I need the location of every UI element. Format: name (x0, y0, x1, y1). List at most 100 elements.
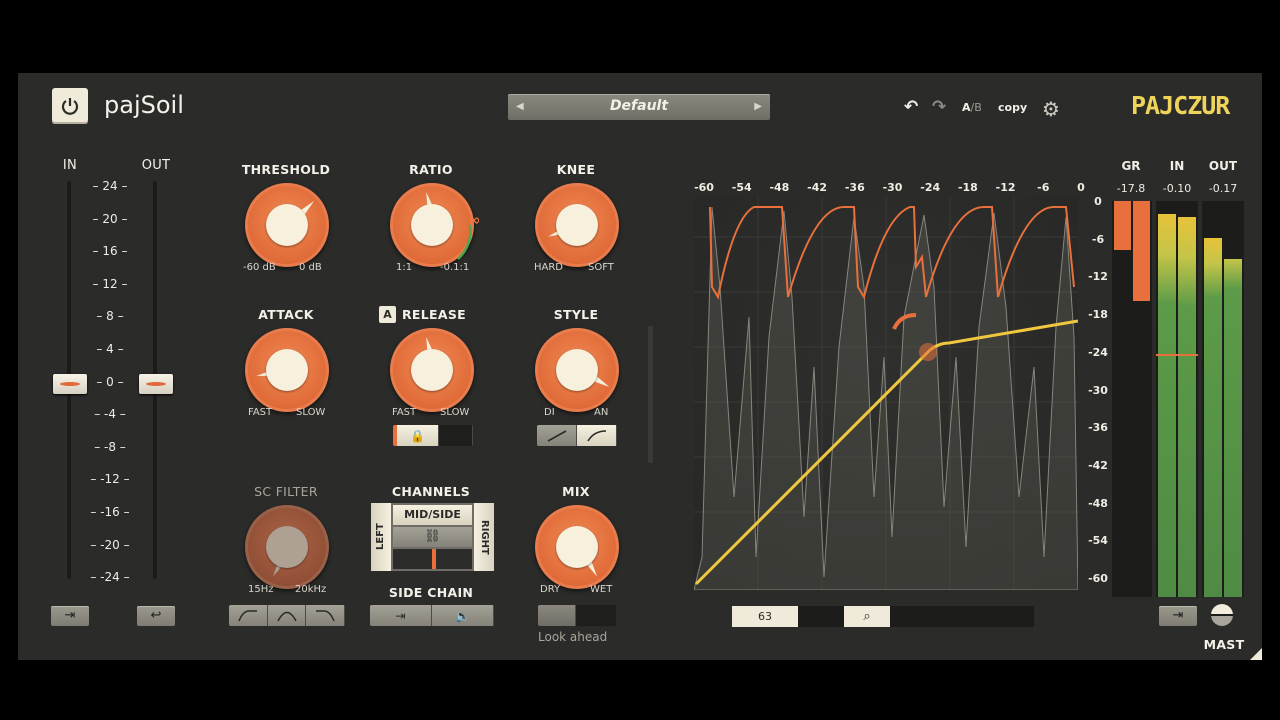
graph-output-tick: -36 (1088, 421, 1108, 435)
knee-knob[interactable] (535, 183, 619, 267)
ab-compare-button[interactable]: A/B (962, 101, 982, 114)
style-max-label: AN (594, 407, 609, 418)
style-label: STYLE (553, 307, 599, 322)
lookahead-label: Look ahead (538, 630, 608, 644)
in-fader-handle[interactable] (53, 374, 87, 394)
mix-min-label: DRY (540, 584, 561, 595)
out-meter (1202, 201, 1244, 597)
side-chain-input-icon[interactable]: ⇥ (370, 605, 432, 626)
ab-a-label: A (962, 101, 971, 114)
fader-scale-tick: – -20 – (90, 537, 130, 552)
undo-icon[interactable]: ↶ (904, 97, 918, 117)
graph-input-tick: -36 (844, 181, 865, 194)
zoom-magnifier-icon[interactable]: ⌕ (844, 606, 890, 627)
graph-input-tick: -42 (807, 181, 828, 194)
side-chain-controls[interactable]: ⇥ 🔈 (370, 605, 494, 626)
graph-zoom-bar[interactable]: 63 ⌕ (732, 606, 1034, 627)
meter-routing-button[interactable]: ⇥ (1159, 606, 1197, 626)
graph-output-tick: -18 (1088, 308, 1108, 322)
style-curve-toggle[interactable] (537, 425, 617, 446)
channel-right-button[interactable]: RIGHT (474, 503, 494, 571)
lowpass-filter-icon[interactable] (306, 605, 345, 626)
graph-output-tick: -42 (1088, 458, 1108, 472)
graph-output-tick: -24 (1088, 345, 1108, 359)
auto-release-button[interactable]: A (379, 306, 396, 323)
ratio-min-label: 1:1 (396, 262, 413, 273)
channel-left-button[interactable]: LEFT (371, 503, 391, 571)
resize-handle-icon[interactable] (1250, 648, 1262, 660)
style-min-label: DI (544, 407, 555, 418)
plugin-title: pajSoil (104, 91, 184, 119)
linear-curve-icon[interactable] (537, 425, 577, 446)
output-routing-button[interactable]: ↩ (137, 606, 175, 626)
preset-name: Default (609, 98, 669, 114)
sc-filter-knob[interactable] (245, 505, 329, 589)
ratio-label: RATIO (409, 162, 453, 177)
fader-scale-tick: – -8 – (94, 439, 126, 454)
fader-scale-tick: – 0 – (96, 374, 124, 389)
master-label: MAST (1203, 637, 1245, 652)
side-chain-listen-icon[interactable]: 🔈 (432, 605, 494, 626)
mix-knob[interactable] (535, 505, 619, 589)
in-meter-label: IN (1169, 159, 1185, 173)
out-fader-handle[interactable] (139, 374, 173, 394)
sc-filter-type-selector[interactable] (229, 605, 345, 626)
ratio-infinity-label: ∞ (468, 211, 481, 229)
release-knob[interactable] (390, 328, 474, 412)
graph-input-tick: -54 (731, 181, 752, 194)
redo-icon[interactable]: ↷ (932, 97, 946, 117)
release-label: RELEASE (402, 307, 466, 322)
gr-meter-label: GR (1121, 159, 1141, 173)
threshold-knob[interactable] (245, 183, 329, 267)
transfer-curve-display[interactable] (693, 197, 1079, 591)
ratio-range-arc (457, 224, 472, 260)
sc-filter-max-label: 20kHz (295, 584, 327, 595)
graph-input-tick: -30 (882, 181, 903, 194)
analog-curve-icon[interactable] (577, 425, 617, 446)
lock-off-segment[interactable] (439, 425, 473, 446)
brand-logo: PAJCZUR (1131, 91, 1230, 120)
settings-gear-icon[interactable]: ⚙ (1042, 97, 1060, 121)
graph-input-tick: -12 (995, 181, 1016, 194)
knee-min-label: HARD (534, 262, 564, 273)
lookahead-off-segment[interactable] (538, 605, 576, 626)
release-min-label: FAST (392, 407, 417, 418)
preset-selector[interactable]: ◀ Default ▶ (508, 94, 770, 120)
fader-scale-tick: – 20 – (92, 211, 128, 226)
graph-output-tick: -6 (1091, 232, 1105, 246)
threshold-min-label: -60 dB (243, 262, 276, 273)
master-knob[interactable] (1211, 604, 1233, 626)
lock-icon[interactable]: 🔒 (393, 425, 439, 446)
zoom-value[interactable]: 63 (732, 606, 798, 627)
attack-label: ATTACK (258, 307, 314, 322)
ratio-max-label: -0.1:1 (440, 262, 470, 273)
attack-min-label: FAST (248, 407, 273, 418)
mid-side-button[interactable]: MID/SIDE (393, 505, 472, 525)
out-fader-label: OUT (141, 158, 171, 173)
attack-knob[interactable] (245, 328, 329, 412)
input-routing-button[interactable]: ⇥ (51, 606, 89, 626)
fader-scale-tick: – 12 – (92, 276, 128, 291)
channels-selector[interactable]: LEFT RIGHT MID/SIDE ⛓ (371, 503, 494, 571)
channel-link-icon[interactable]: ⛓ (393, 527, 472, 547)
fader-scale-tick: – -12 – (90, 472, 130, 487)
fader-scale-tick: – 4 – (96, 342, 124, 356)
copy-button[interactable]: copy (998, 101, 1027, 114)
graph-output-tick: -48 (1088, 496, 1108, 510)
lookahead-toggle[interactable] (538, 605, 616, 626)
fader-scale-tick: – 8 – (96, 309, 124, 324)
in-meter (1156, 201, 1198, 597)
power-button[interactable] (52, 88, 88, 124)
highpass-filter-icon[interactable] (229, 605, 268, 626)
mix-max-label: WET (590, 584, 613, 595)
style-knob[interactable] (535, 328, 619, 412)
graph-input-tick: -18 (957, 181, 978, 194)
fader-scale-tick: – -16 – (90, 505, 130, 519)
ab-b-label: /B (970, 101, 982, 114)
release-lock-toggle[interactable]: 🔒 (393, 425, 473, 446)
preset-next-icon[interactable]: ▶ (754, 101, 762, 112)
bandpass-filter-icon[interactable] (268, 605, 306, 626)
channels-label: CHANNELS (391, 484, 471, 499)
knee-max-label: SOFT (588, 262, 614, 273)
side-chain-label: SIDE CHAIN (388, 585, 474, 600)
